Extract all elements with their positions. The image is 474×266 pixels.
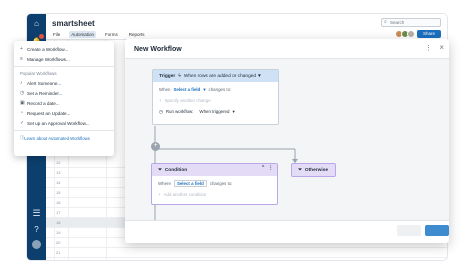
automation-menu: + Create a Workflow... ≡ Manage Workflow… bbox=[14, 41, 114, 156]
menu-reports[interactable]: Reports bbox=[127, 31, 147, 38]
menu-forms[interactable]: Forms bbox=[103, 31, 120, 38]
search-placeholder: Search bbox=[390, 20, 405, 25]
condition-row: Where Select a field changes to: bbox=[158, 180, 233, 187]
plus-icon: + bbox=[158, 192, 161, 197]
trigger-header: Trigger ϟ When rows are added or changed… bbox=[153, 70, 278, 82]
menu-automation[interactable]: Automation bbox=[69, 31, 97, 38]
condition-header: ⏷ Condition ⌃ ⋮ bbox=[152, 164, 277, 176]
new-workflow-dialog: New Workflow ⋮ × Trigger ϟ When rows are… bbox=[125, 39, 449, 243]
bell-icon: ♪ bbox=[20, 80, 23, 86]
menu-item-alert-someone[interactable]: ♪ Alert Someone... bbox=[14, 78, 114, 88]
share-button[interactable]: Share bbox=[417, 30, 441, 38]
run-schedule-select[interactable]: When triggered bbox=[199, 109, 229, 114]
add-block-button[interactable]: + bbox=[151, 142, 160, 151]
list-icon: ≡ bbox=[20, 56, 23, 62]
save-button[interactable] bbox=[425, 225, 449, 236]
collapse-icon[interactable]: ⌃ bbox=[261, 166, 265, 171]
chevron-down-icon: ▾ bbox=[258, 73, 261, 79]
learn-workflows-link[interactable]: ⓘ Learn about Automated Workflows bbox=[14, 133, 114, 143]
menu-bar: File Automation Forms Reports bbox=[51, 31, 147, 38]
notification-badge bbox=[39, 34, 44, 39]
avatar[interactable] bbox=[407, 30, 415, 38]
filter-icon: ⏷ bbox=[298, 168, 302, 173]
chevron-down-icon: ▾ bbox=[203, 86, 206, 92]
brand-logo: smartsheet bbox=[52, 19, 95, 28]
user-avatar[interactable] bbox=[32, 240, 41, 249]
menu-item-approval-workflow[interactable]: ✓ Set up an Approval Workflow... bbox=[14, 118, 114, 128]
menu-item-manage-workflows[interactable]: ≡ Manage Workflows... bbox=[14, 54, 114, 64]
menu-divider bbox=[14, 66, 114, 67]
trigger-condition-row: When Select a field ▾ changes to: bbox=[159, 86, 232, 93]
request-icon: ◔ bbox=[20, 110, 24, 116]
more-options-icon[interactable]: ⋮ bbox=[425, 44, 432, 52]
table-row[interactable]: 21 bbox=[46, 248, 447, 258]
otherwise-block[interactable]: ⏷ Otherwise bbox=[291, 163, 336, 177]
menu-file[interactable]: File bbox=[51, 31, 62, 38]
cancel-button[interactable] bbox=[397, 225, 421, 236]
collaborator-avatars[interactable] bbox=[395, 30, 415, 38]
search-input[interactable]: ⌕ Search bbox=[381, 18, 441, 27]
dialog-title: New Workflow bbox=[134, 46, 182, 53]
help-icon[interactable]: ? bbox=[31, 224, 42, 235]
chevron-down-icon: ▾ bbox=[232, 108, 235, 114]
workflow-canvas: Trigger ϟ When rows are added or changed… bbox=[125, 58, 449, 221]
search-icon: ⌕ bbox=[384, 19, 387, 25]
menu-item-set-reminder[interactable]: ◷ Set a Reminder... bbox=[14, 88, 114, 98]
top-bar: smartsheet ⌕ Search File Automation Form… bbox=[46, 14, 447, 40]
add-condition-row[interactable]: + Add another condition bbox=[152, 189, 277, 200]
otherwise-header: ⏷ Otherwise bbox=[298, 167, 329, 174]
plus-icon: + bbox=[20, 46, 23, 52]
plus-icon: + bbox=[159, 98, 162, 103]
condition-block[interactable]: ⏷ Condition ⌃ ⋮ Where Select a field cha… bbox=[151, 163, 278, 205]
run-workflow-row: ◷ Run workflow: When triggered ▾ bbox=[159, 108, 235, 115]
menu-item-record-date[interactable]: ▣ Record a date... bbox=[14, 98, 114, 108]
clock-icon: ◷ bbox=[159, 108, 163, 114]
menu-section-header: Popular Workflows bbox=[20, 71, 57, 76]
approval-icon: ✓ bbox=[20, 120, 25, 126]
filter-icon: ⏷ bbox=[158, 168, 162, 173]
more-options-icon[interactable]: ⋮ bbox=[268, 166, 273, 171]
home-icon[interactable]: ⌂ bbox=[31, 18, 42, 29]
add-change-row[interactable]: + Specify another change bbox=[153, 95, 278, 106]
menu-divider bbox=[14, 130, 114, 131]
trigger-type-select[interactable]: When rows are added or changed bbox=[184, 74, 256, 79]
close-icon[interactable]: × bbox=[439, 43, 444, 52]
apps-grid-icon[interactable]: ☰ bbox=[31, 208, 42, 219]
trigger-block[interactable]: Trigger ϟ When rows are added or changed… bbox=[152, 69, 279, 125]
clock-icon: ◷ bbox=[20, 90, 25, 96]
lightning-icon: ϟ bbox=[178, 73, 181, 79]
menu-item-create-workflow[interactable]: + Create a Workflow... bbox=[14, 44, 114, 54]
lock-icon: ▣ bbox=[20, 100, 25, 106]
menu-item-request-update[interactable]: ◔ Request an Update... bbox=[14, 108, 114, 118]
condition-field-select[interactable]: Select a field bbox=[173, 180, 207, 187]
trigger-field-select[interactable]: Select a field bbox=[173, 87, 200, 92]
